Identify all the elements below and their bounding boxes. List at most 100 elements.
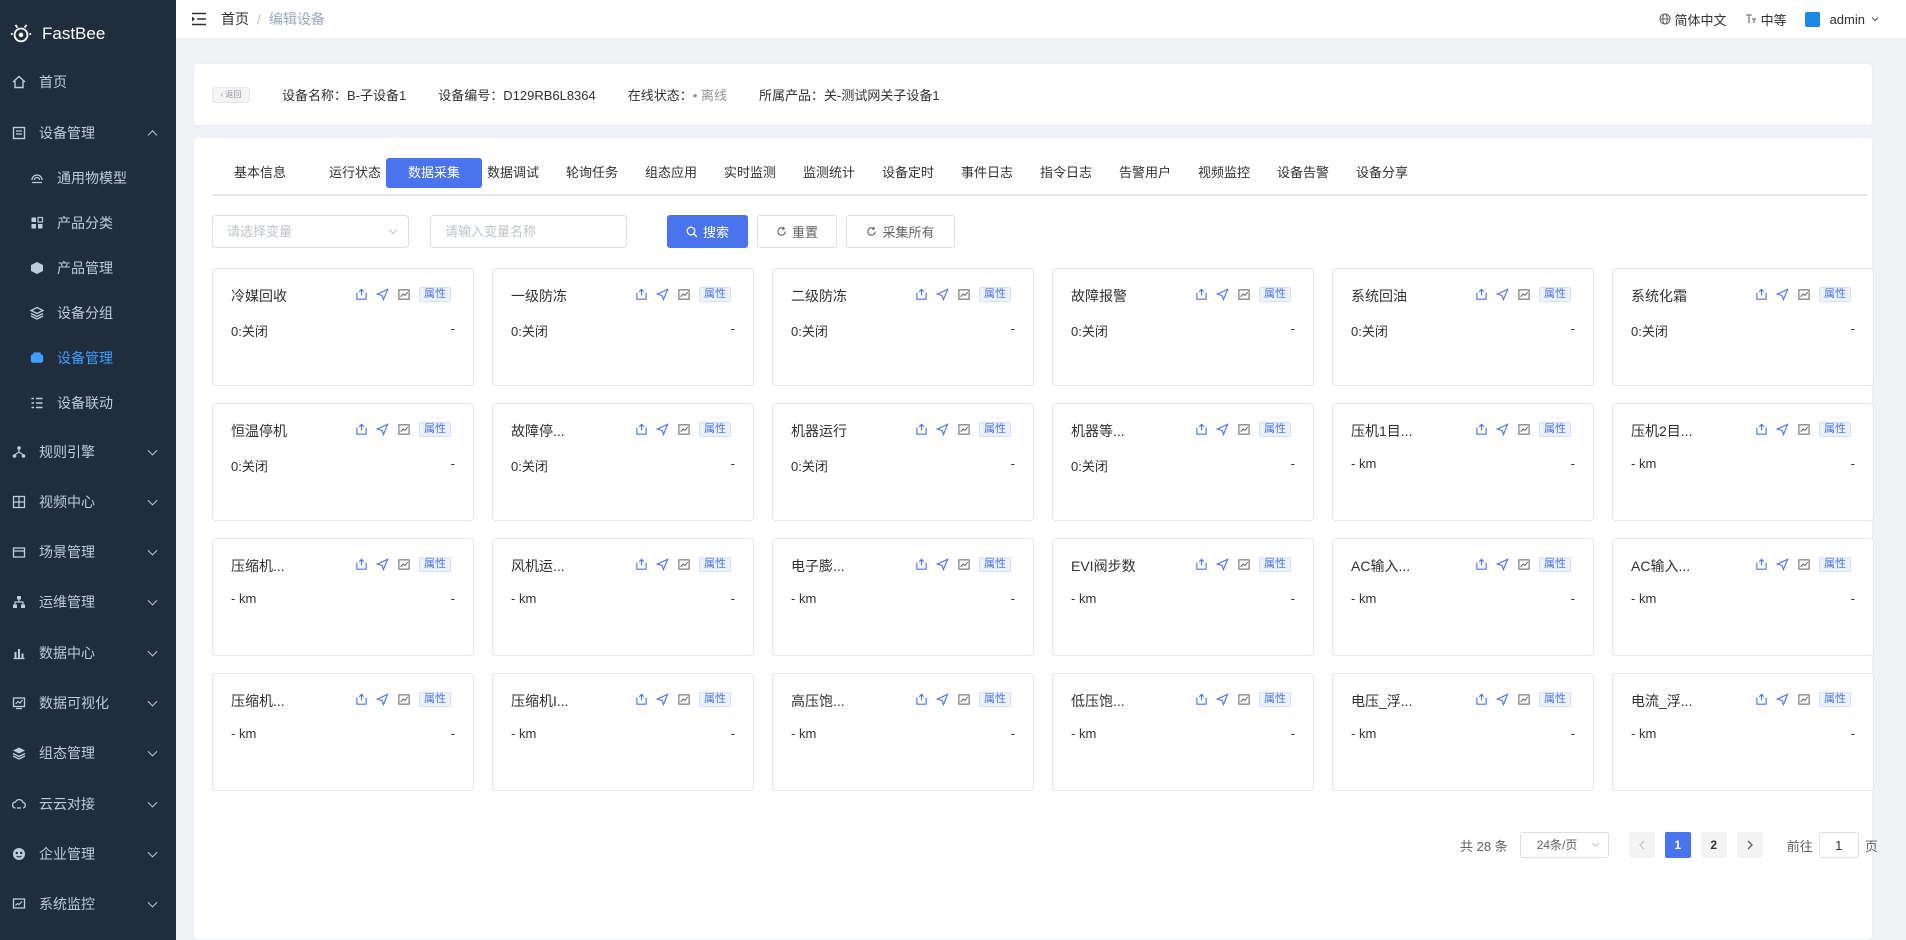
sidebar-item-device-manage[interactable]: 设备管理 (0, 335, 176, 380)
send-icon[interactable] (1776, 558, 1789, 571)
sidebar-item-linkage[interactable]: 设备联动 (0, 380, 176, 425)
sidebar-item-rule[interactable]: 规则引擎 (0, 429, 176, 474)
export-box-icon[interactable] (355, 288, 368, 301)
send-icon[interactable] (656, 423, 669, 436)
chart-icon[interactable] (957, 288, 971, 301)
reset-button[interactable]: 重置 (757, 215, 837, 248)
chart-icon[interactable] (397, 288, 411, 301)
chart-icon[interactable] (1517, 288, 1531, 301)
export-box-icon[interactable] (915, 693, 928, 706)
search-button[interactable]: 搜索 (667, 215, 748, 248)
sidebar-item-configuration[interactable]: 组态管理 (0, 730, 176, 775)
chart-icon[interactable] (1237, 558, 1251, 571)
export-box-icon[interactable] (1195, 693, 1208, 706)
send-icon[interactable] (1216, 288, 1229, 301)
send-icon[interactable] (936, 288, 949, 301)
export-box-icon[interactable] (1475, 558, 1488, 571)
export-box-icon[interactable] (635, 693, 648, 706)
export-box-icon[interactable] (1195, 288, 1208, 301)
sidebar-item-group[interactable]: 设备分组 (0, 290, 176, 335)
chart-icon[interactable] (1517, 423, 1531, 436)
prev-page-button[interactable] (1628, 832, 1655, 858)
send-icon[interactable] (1216, 558, 1229, 571)
chart-icon[interactable] (1517, 558, 1531, 571)
export-box-icon[interactable] (355, 423, 368, 436)
chart-icon[interactable] (397, 423, 411, 436)
sidebar-item-product[interactable]: 产品管理 (0, 245, 176, 290)
user-menu[interactable]: admin (1804, 11, 1884, 27)
hamburger-icon[interactable] (191, 12, 207, 26)
sidebar-item-category[interactable]: 产品分类 (0, 200, 176, 245)
chart-icon[interactable] (1797, 288, 1811, 301)
collect-all-button[interactable]: 采集所有 (846, 215, 955, 248)
export-box-icon[interactable] (635, 423, 648, 436)
chart-icon[interactable] (1517, 693, 1531, 706)
sidebar-item-cloud[interactable]: 云云对接 (0, 781, 176, 826)
send-icon[interactable] (376, 693, 389, 706)
send-icon[interactable] (1496, 288, 1509, 301)
send-icon[interactable] (656, 288, 669, 301)
language-switch[interactable]: 简体中文 (1659, 10, 1727, 29)
chart-icon[interactable] (1237, 288, 1251, 301)
export-box-icon[interactable] (1475, 288, 1488, 301)
size-switch[interactable]: 中等 (1745, 10, 1787, 29)
send-icon[interactable] (376, 558, 389, 571)
send-icon[interactable] (1496, 693, 1509, 706)
variable-select[interactable]: 请选择变量 (212, 215, 409, 248)
send-icon[interactable] (1496, 423, 1509, 436)
sidebar-item-model[interactable]: 通用物模型 (0, 155, 176, 200)
send-icon[interactable] (376, 423, 389, 436)
send-icon[interactable] (936, 423, 949, 436)
send-icon[interactable] (936, 558, 949, 571)
export-box-icon[interactable] (1755, 558, 1768, 571)
sidebar-item-visualization[interactable]: 数据可视化 (0, 680, 176, 725)
chart-icon[interactable] (957, 423, 971, 436)
export-box-icon[interactable] (1195, 423, 1208, 436)
chart-icon[interactable] (1797, 423, 1811, 436)
send-icon[interactable] (1776, 693, 1789, 706)
export-box-icon[interactable] (1475, 423, 1488, 436)
chart-icon[interactable] (1237, 693, 1251, 706)
chart-icon[interactable] (677, 423, 691, 436)
sidebar-item-scene[interactable]: 场景管理 (0, 529, 176, 574)
sidebar-item-device[interactable]: 设备管理 (0, 110, 176, 155)
logo[interactable]: FastBee (0, 0, 176, 68)
chart-icon[interactable] (957, 558, 971, 571)
chart-icon[interactable] (677, 558, 691, 571)
sidebar-item-ops[interactable]: 运维管理 (0, 579, 176, 624)
back-button[interactable]: ‹ 返回 (212, 86, 250, 103)
export-box-icon[interactable] (1755, 423, 1768, 436)
goto-page-input[interactable] (1818, 832, 1859, 858)
chart-icon[interactable] (397, 693, 411, 706)
breadcrumb-home[interactable]: 首页 (221, 9, 249, 29)
export-box-icon[interactable] (915, 423, 928, 436)
send-icon[interactable] (376, 288, 389, 301)
page-2-button[interactable]: 2 (1700, 832, 1727, 858)
chart-icon[interactable] (1797, 558, 1811, 571)
sidebar-item-video[interactable]: 视频中心 (0, 479, 176, 524)
tab-14[interactable]: 设备分享 (1334, 158, 1430, 188)
export-box-icon[interactable] (635, 558, 648, 571)
send-icon[interactable] (1216, 693, 1229, 706)
export-box-icon[interactable] (1755, 693, 1768, 706)
next-page-button[interactable] (1736, 832, 1763, 858)
page-1-button[interactable]: 1 (1664, 832, 1691, 858)
chart-icon[interactable] (677, 288, 691, 301)
variable-name-input[interactable] (430, 215, 627, 248)
export-box-icon[interactable] (355, 693, 368, 706)
sidebar-item-home[interactable]: 首页 (0, 59, 176, 104)
sidebar-item-monitor[interactable]: 系统监控 (0, 881, 176, 926)
tab-0[interactable]: 基本信息 (212, 158, 308, 188)
chart-icon[interactable] (677, 693, 691, 706)
export-box-icon[interactable] (355, 558, 368, 571)
send-icon[interactable] (1496, 558, 1509, 571)
chart-icon[interactable] (1797, 693, 1811, 706)
export-box-icon[interactable] (915, 558, 928, 571)
send-icon[interactable] (936, 693, 949, 706)
export-box-icon[interactable] (1475, 693, 1488, 706)
send-icon[interactable] (1776, 288, 1789, 301)
sidebar-item-data-center[interactable]: 数据中心 (0, 630, 176, 675)
send-icon[interactable] (656, 693, 669, 706)
send-icon[interactable] (1216, 423, 1229, 436)
chart-icon[interactable] (397, 558, 411, 571)
